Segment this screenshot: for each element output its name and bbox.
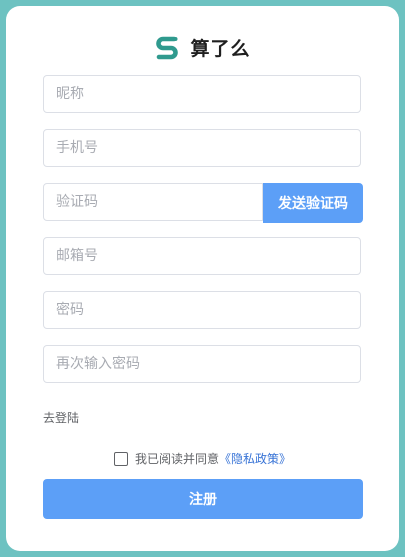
- nickname-field[interactable]: [43, 75, 361, 113]
- phone-input[interactable]: [44, 130, 360, 166]
- confirm-password-field[interactable]: [43, 345, 361, 383]
- phone-field[interactable]: [43, 129, 361, 167]
- password-field[interactable]: [43, 291, 361, 329]
- agreement-text: 我已阅读并同意: [134, 452, 219, 466]
- register-card: 算了么 发送验证码 去登陆 我已阅读并同意 《隐私政策》 注册: [6, 6, 399, 551]
- password-input[interactable]: [44, 292, 360, 328]
- email-field[interactable]: [43, 237, 361, 275]
- brand-header: 算了么: [6, 32, 399, 62]
- email-input[interactable]: [44, 238, 360, 274]
- send-code-button[interactable]: 发送验证码: [263, 183, 363, 223]
- register-button[interactable]: 注册: [43, 479, 363, 519]
- privacy-policy-link[interactable]: 《隐私政策》: [219, 450, 291, 467]
- agreement-checkbox[interactable]: [113, 451, 128, 466]
- verification-code-input[interactable]: [44, 184, 262, 220]
- app-name: 算了么: [190, 37, 251, 60]
- agreement-row: 我已阅读并同意 《隐私政策》: [6, 450, 399, 467]
- s-logo-icon: [154, 34, 180, 60]
- confirm-password-input[interactable]: [44, 346, 360, 382]
- nickname-input[interactable]: [44, 76, 360, 112]
- verification-code-field[interactable]: [43, 183, 263, 221]
- go-login-link[interactable]: 去登陆: [43, 409, 79, 426]
